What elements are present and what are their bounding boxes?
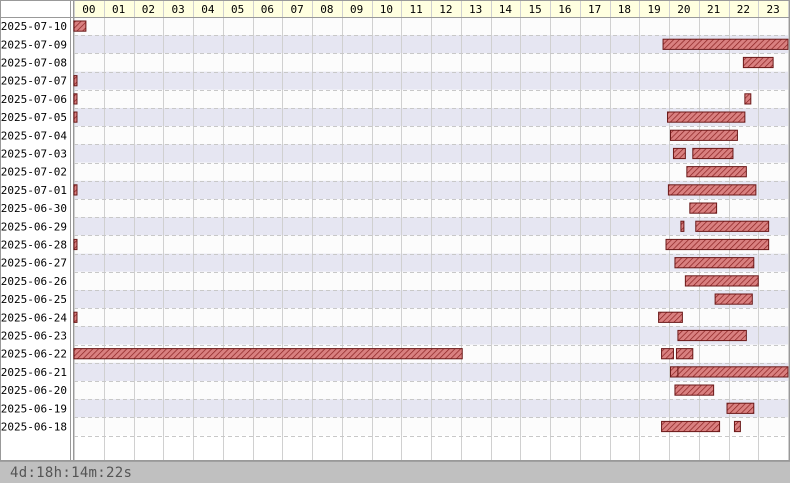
activity-bar xyxy=(742,56,774,69)
activity-bar xyxy=(726,402,755,414)
activity-bar xyxy=(73,20,87,32)
activity-bar xyxy=(669,366,679,378)
activity-bar xyxy=(692,147,734,160)
chart-canvas: 00 01 02 03 04 05 06 07 08 09 10 11 12 13 14 15 16 17 18 19… xyxy=(0,0,790,461)
date-label: 2025-06-28 xyxy=(1,239,67,252)
date-label: 2025-07-10 xyxy=(1,20,67,33)
activity-bar xyxy=(672,147,686,160)
date-label: 2025-07-05 xyxy=(1,111,67,124)
activity-bar xyxy=(661,420,721,433)
activity-bar xyxy=(677,366,789,378)
date-label: 2025-06-21 xyxy=(1,366,67,379)
activity-bar xyxy=(662,38,789,50)
activity-bar xyxy=(73,348,463,360)
total-duration: 4d:18h:14m:22s xyxy=(10,465,133,481)
date-label: 2025-07-09 xyxy=(1,38,67,51)
activity-bar xyxy=(680,220,685,232)
hour-tick-label: 16 xyxy=(558,3,571,16)
hour-tick-label: 14 xyxy=(499,3,513,16)
activity-bar xyxy=(665,238,770,251)
activity-bar xyxy=(73,238,78,251)
activity-bar xyxy=(684,275,759,287)
activity-bar xyxy=(658,311,683,323)
hour-tick-label: 06 xyxy=(261,3,274,16)
hour-tick-label: 05 xyxy=(231,3,244,16)
hour-tick-label: 12 xyxy=(439,3,452,16)
date-label: 2025-07-06 xyxy=(1,93,67,106)
hour-tick-label: 02 xyxy=(142,3,155,16)
activity-bar xyxy=(73,75,78,87)
hour-tick-label: 17 xyxy=(588,3,601,16)
hour-tick-label: 10 xyxy=(380,3,393,16)
date-label: 2025-06-29 xyxy=(1,220,67,233)
date-label: 2025-07-04 xyxy=(1,129,68,142)
activity-bar xyxy=(744,93,752,105)
activity-bar xyxy=(686,166,747,178)
activity-bar xyxy=(73,311,78,323)
date-label: 2025-06-20 xyxy=(1,384,67,397)
hour-tick-label: 11 xyxy=(410,3,423,16)
activity-bar xyxy=(73,93,78,105)
activity-bar xyxy=(667,111,746,123)
activity-bar xyxy=(661,348,674,360)
hour-tick-label: 21 xyxy=(707,3,720,16)
activity-bar xyxy=(674,384,715,396)
hour-tick-label: 09 xyxy=(350,3,363,16)
date-label: 2025-07-03 xyxy=(1,148,67,161)
activity-bar xyxy=(733,420,741,433)
date-label: 2025-06-25 xyxy=(1,293,67,306)
hour-tick-label: 04 xyxy=(201,3,215,16)
hour-tick-label: 07 xyxy=(291,3,304,16)
activity-bar xyxy=(674,257,755,269)
hour-tick-label: 22 xyxy=(737,3,750,16)
activity-bar xyxy=(714,293,753,305)
hour-tick-label: 19 xyxy=(648,3,661,16)
hour-tick-label: 23 xyxy=(767,3,780,16)
activity-bar xyxy=(689,202,718,214)
hour-tick-label: 01 xyxy=(112,3,125,16)
date-label: 2025-06-30 xyxy=(1,202,67,215)
hour-tick-label: 20 xyxy=(677,3,690,16)
status-footer: 4d:18h:14m:22s xyxy=(0,461,790,483)
gantt-chart: 00 01 02 03 04 05 06 07 08 09 10 11 12 13 14 15 16 17 18 19… xyxy=(0,0,790,461)
activity-bar xyxy=(73,184,78,196)
activity-bar xyxy=(677,329,747,342)
date-label: 2025-06-18 xyxy=(1,421,67,434)
hour-tick-label: 18 xyxy=(618,3,631,16)
date-label: 2025-06-26 xyxy=(1,275,67,288)
date-label: 2025-07-07 xyxy=(1,75,67,88)
date-label: 2025-06-27 xyxy=(1,257,67,270)
hour-tick-label: 03 xyxy=(172,3,185,16)
activity-bar xyxy=(669,129,738,141)
date-label: 2025-06-22 xyxy=(1,348,67,361)
date-label: 2025-07-01 xyxy=(1,184,67,197)
hour-tick-label: 15 xyxy=(529,3,542,16)
hour-tick-label: 00 xyxy=(82,3,95,16)
date-label: 2025-06-19 xyxy=(1,402,67,415)
hour-tick-label: 08 xyxy=(320,3,333,16)
activity-bar xyxy=(667,184,757,196)
date-label: 2025-06-24 xyxy=(1,311,68,324)
date-label: 2025-06-23 xyxy=(1,330,67,343)
date-label: 2025-07-08 xyxy=(1,57,67,70)
activity-bar xyxy=(675,348,694,360)
activity-bar xyxy=(695,220,770,232)
date-label: 2025-07-02 xyxy=(1,166,67,179)
hour-tick-label: 13 xyxy=(469,3,482,16)
activity-bar xyxy=(73,111,78,123)
